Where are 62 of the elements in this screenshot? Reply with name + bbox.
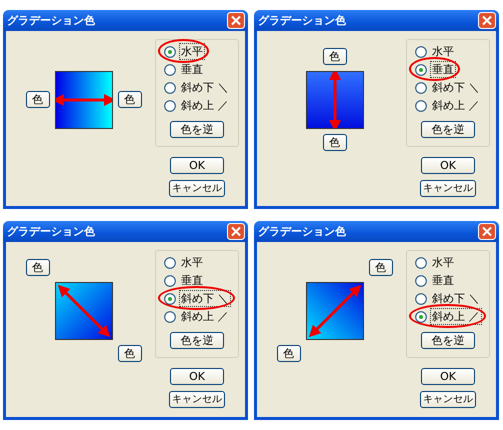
radio-button[interactable] [164, 100, 176, 112]
radio-button[interactable] [415, 100, 427, 112]
radio-button[interactable] [415, 46, 427, 58]
color-button[interactable]: 色 [276, 345, 300, 362]
cancel-button[interactable]: キャンセル [169, 180, 225, 197]
radio-button[interactable] [415, 64, 427, 76]
radio-label[interactable]: 水平 [430, 43, 456, 60]
double-arrow [56, 94, 112, 106]
window-title: グラデーション色 [258, 224, 346, 239]
reverse-colors-button[interactable]: 色を逆 [170, 332, 224, 349]
radio-label[interactable]: 水平 [430, 254, 456, 271]
reverse-colors-button[interactable]: 色を逆 [421, 121, 475, 138]
cancel-button[interactable]: キャンセル [420, 180, 476, 197]
radio-button[interactable] [415, 292, 427, 304]
color-button[interactable]: 色 [26, 259, 50, 276]
radio-label[interactable]: 垂直 [179, 61, 205, 78]
close-icon[interactable] [227, 12, 245, 29]
cancel-button[interactable]: キャンセル [169, 391, 225, 408]
close-icon[interactable] [227, 223, 245, 240]
radio-label[interactable]: 斜め上 ／ [430, 97, 482, 114]
radio-button[interactable] [415, 256, 427, 268]
radio-button[interactable] [164, 274, 176, 286]
window-title: グラデーション色 [258, 13, 346, 28]
window-title: グラデーション色 [7, 224, 95, 239]
color-button[interactable]: 色 [26, 91, 50, 108]
radio-label[interactable]: 斜め上 ／ [179, 308, 230, 325]
color-button[interactable]: 色 [322, 134, 346, 151]
color-button[interactable]: 色 [322, 48, 346, 65]
radio-button[interactable] [164, 310, 176, 322]
close-icon[interactable] [478, 12, 496, 29]
radio-button[interactable] [164, 292, 176, 304]
radio-label[interactable]: 斜め下 ＼ [430, 79, 482, 96]
reverse-colors-button[interactable]: 色を逆 [170, 121, 224, 138]
radio-button[interactable] [415, 310, 427, 322]
cancel-button[interactable]: キャンセル [420, 391, 476, 408]
radio-label[interactable]: 水平 [179, 254, 205, 271]
close-icon[interactable] [478, 223, 496, 240]
radio-button[interactable] [164, 256, 176, 268]
ok-button[interactable]: OK [170, 368, 224, 385]
double-arrow [328, 72, 340, 128]
window-title: グラデーション色 [7, 13, 95, 28]
radio-button[interactable] [415, 82, 427, 94]
color-button[interactable]: 色 [368, 259, 392, 276]
radio-label[interactable]: 斜め上 ／ [430, 308, 482, 325]
ok-button[interactable]: OK [421, 368, 475, 385]
radio-button[interactable] [415, 274, 427, 286]
color-button[interactable]: 色 [118, 91, 142, 108]
radio-label[interactable]: 水平 [179, 43, 205, 60]
radio-label[interactable]: 垂直 [179, 272, 205, 289]
radio-button[interactable] [164, 82, 176, 94]
radio-label[interactable]: 垂直 [430, 272, 456, 289]
ok-button[interactable]: OK [170, 157, 224, 174]
radio-label[interactable]: 斜め下 ＼ [430, 290, 482, 307]
reverse-colors-button[interactable]: 色を逆 [421, 332, 475, 349]
radio-label[interactable]: 垂直 [430, 61, 456, 78]
radio-button[interactable] [164, 46, 176, 58]
ok-button[interactable]: OK [421, 157, 475, 174]
radio-label[interactable]: 斜め上 ／ [179, 97, 230, 114]
color-button[interactable]: 色 [118, 345, 142, 362]
radio-label[interactable]: 斜め下 ＼ [179, 79, 230, 96]
radio-label[interactable]: 斜め下 ＼ [179, 290, 230, 307]
radio-button[interactable] [164, 64, 176, 76]
